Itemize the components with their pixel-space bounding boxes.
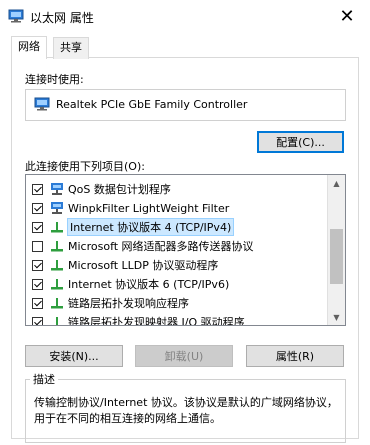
item-label: Microsoft LLDP 协议驱动程序 [68,259,219,272]
configure-button-label: 配置(C)... [276,136,325,149]
install-button-label: 安装(N)... [49,350,99,363]
install-button[interactable]: 安装(N)... [25,345,123,367]
adapter-name: Realtek PCIe GbE Family Controller [56,98,248,111]
protocol-icon [51,298,63,309]
network-adapter-icon [8,9,24,23]
adapter-box: Realtek PCIe GbE Family Controller [25,89,346,121]
connect-using-label: 连接时使用: [25,73,84,86]
items-label: 此连接使用下列项目(O): [25,160,145,173]
list-item-lltd-mapper[interactable]: 链路层拓扑发现映射器 I/O 驱动程序 [26,313,326,326]
protocol-icon [51,222,63,233]
list-item-ipv6[interactable]: Internet 协议版本 6 (TCP/IPv6) [26,275,326,293]
checkbox[interactable] [32,259,43,271]
tab-sharing-label: 共享 [60,41,82,54]
tab-network[interactable]: 网络 [11,36,47,59]
list-item-winpkfilter[interactable]: WinpkFilter LightWeight Filter [26,199,326,217]
close-icon: ✕ [339,5,355,27]
list-item-multiplexor[interactable]: Microsoft 网络适配器多路传送器协议 [26,237,326,255]
uninstall-button[interactable]: 卸载(U) [135,345,233,367]
item-label: Internet 协议版本 6 (TCP/IPv6) [68,278,230,291]
qos-icon [51,183,63,195]
scroll-up-icon[interactable]: ▲ [328,175,345,191]
protocol-icon [51,241,63,252]
protocol-icon [56,317,58,325]
description-title: 描述 [30,371,58,387]
network-adapter-icon [34,97,50,111]
scroll-thumb[interactable] [330,229,343,284]
item-label: Microsoft 网络适配器多路传送器协议 [68,240,254,253]
tab-network-label: 网络 [18,40,40,53]
checkbox[interactable] [32,240,43,252]
checkbox[interactable] [32,316,43,325]
checkbox[interactable] [32,221,43,233]
item-label: WinpkFilter LightWeight Filter [68,201,230,215]
components-list[interactable]: QoS 数据包计划程序 WinpkFilter LightWeight Filt… [25,174,346,326]
configure-button[interactable]: 配置(C)... [257,131,344,153]
item-label: Internet 协议版本 4 (TCP/IPv4) [66,218,235,236]
description-text: 传输控制协议/Internet 协议。该协议是默认的广域网络协议，用于在不同的相… [34,396,338,425]
item-label: QoS 数据包计划程序 [68,183,171,196]
list-item-lltd-responder[interactable]: 链路层拓扑发现响应程序 [26,294,326,312]
protocol-icon [51,260,63,271]
checkbox[interactable] [32,297,43,309]
list-item-ipv4[interactable]: Internet 协议版本 4 (TCP/IPv4) [26,218,326,236]
list-item-lldp[interactable]: Microsoft LLDP 协议驱动程序 [26,256,326,274]
tab-sharing[interactable]: 共享 [53,37,89,59]
protocol-icon [51,279,63,290]
item-label: 链路层拓扑发现响应程序 [68,297,189,310]
properties-button[interactable]: 属性(R) [246,345,344,367]
scroll-down-icon[interactable]: ▼ [328,309,345,325]
list-item-qos[interactable]: QoS 数据包计划程序 [26,180,326,198]
checkbox[interactable] [32,183,43,195]
checkbox[interactable] [32,278,43,290]
title-bar: 以太网 属性 ✕ [0,0,370,32]
checkbox[interactable] [32,202,43,214]
list-scrollbar[interactable]: ▲ ▼ [327,175,345,325]
item-label: 链路层拓扑发现映射器 I/O 驱动程序 [68,316,245,326]
properties-button-label: 属性(R) [275,350,315,363]
uninstall-button-label: 卸载(U) [164,350,204,363]
close-button[interactable]: ✕ [324,0,370,32]
network-component-icon [51,202,63,214]
window-title: 以太网 属性 [30,11,94,25]
